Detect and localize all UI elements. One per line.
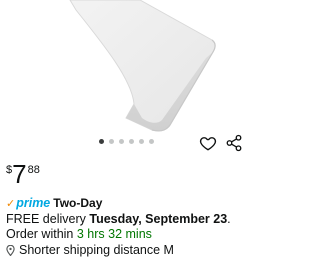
carousel-dot-4[interactable]: [129, 139, 134, 144]
wishlist-button[interactable]: [199, 134, 217, 152]
shipping-distance-text: Shorter shipping distance M: [19, 243, 174, 257]
carousel-dot-3[interactable]: [119, 139, 124, 144]
carousel-dot-2[interactable]: [109, 139, 114, 144]
delivery-countdown: 3 hrs 32 mins: [76, 227, 152, 241]
carousel-dot-6[interactable]: [149, 139, 154, 144]
prime-badge: ✓ prime Two-Day: [6, 196, 102, 210]
price: $ 7 88: [6, 159, 40, 189]
heart-icon: [199, 137, 217, 151]
share-button[interactable]: [225, 134, 243, 152]
prime-logo-text: prime: [16, 196, 51, 210]
mattress-pad-illustration: [69, 0, 216, 132]
image-carousel-dots: [99, 139, 154, 144]
shipping-distance-row[interactable]: Shorter shipping distance M: [6, 243, 174, 257]
delivery-message: FREE delivery Tuesday, September 23. Ord…: [6, 212, 248, 242]
carousel-dot-5[interactable]: [139, 139, 144, 144]
prime-two-day-label: Two-Day: [53, 196, 103, 210]
price-fraction: 88: [27, 164, 40, 176]
prime-check-icon: ✓: [6, 197, 16, 210]
delivery-date: Tuesday, September 23: [89, 212, 228, 226]
share-icon: [226, 134, 242, 152]
product-image[interactable]: [0, 0, 250, 132]
carousel-dot-1[interactable]: [99, 139, 104, 144]
delivery-prefix: FREE delivery: [6, 212, 90, 226]
location-pin-icon: [6, 245, 15, 257]
price-whole: 7: [12, 159, 27, 189]
